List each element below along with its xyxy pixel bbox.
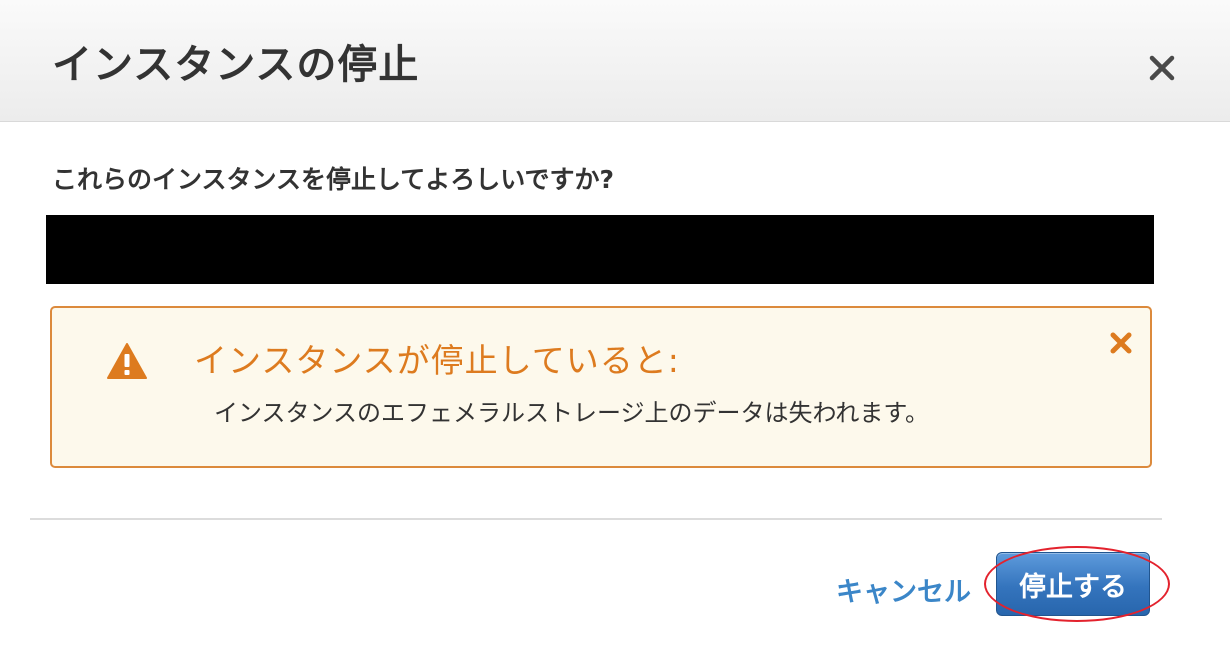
instance-list-redacted	[46, 215, 1154, 284]
alert-message: インスタンスのエフェメラルストレージ上のデータは失われます。	[214, 399, 929, 427]
cancel-button[interactable]: キャンセル	[836, 574, 971, 612]
dialog-header: インスタンスの停止	[0, 0, 1230, 122]
warning-icon	[107, 343, 147, 379]
stop-button[interactable]: 停止する	[996, 552, 1150, 616]
stop-instances-dialog: インスタンスの停止 これらのインスタンスを停止してよろしいですか? インスタンス…	[0, 0, 1230, 654]
warning-alert: インスタンスが停止していると: インスタンスのエフェメラルストレージ上のデータは…	[50, 306, 1152, 468]
dismiss-icon	[1110, 332, 1132, 354]
footer-divider	[30, 518, 1162, 520]
close-icon	[1149, 55, 1175, 81]
confirmation-question: これらのインスタンスを停止してよろしいですか?	[52, 165, 615, 194]
stop-button-label: 停止する	[1019, 571, 1127, 603]
alert-title: インスタンスが停止していると:	[194, 341, 680, 380]
close-button[interactable]	[1140, 46, 1184, 90]
alert-dismiss-button[interactable]	[1106, 328, 1136, 358]
dialog-title: インスタンスの停止	[52, 42, 420, 88]
